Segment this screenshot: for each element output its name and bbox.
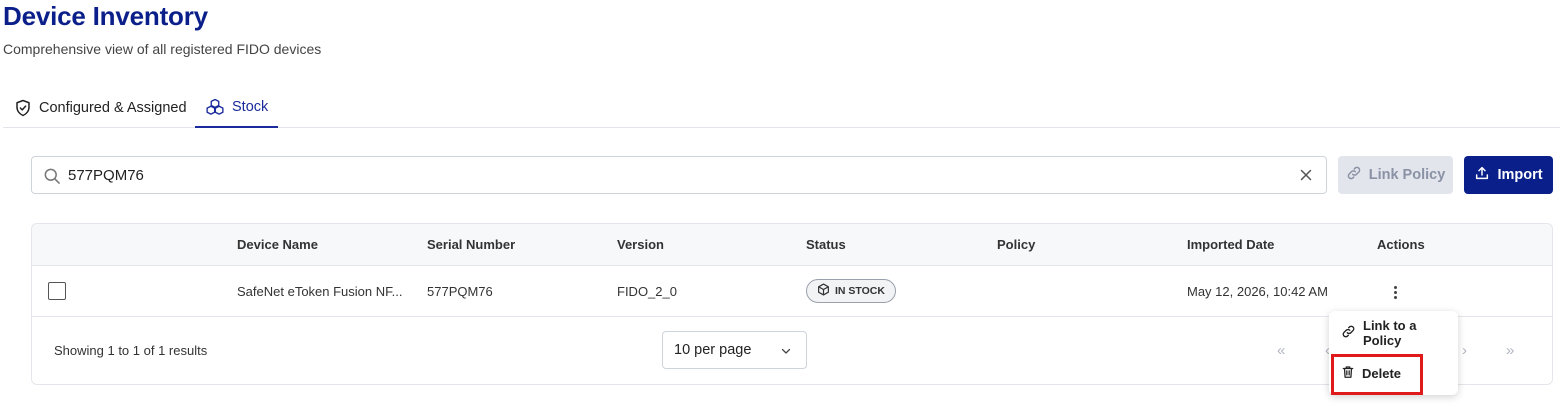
clear-search-icon[interactable]	[1297, 166, 1315, 189]
column-header-serial-number: Serial Number	[427, 237, 516, 252]
version-cell: FIDO_2_0	[617, 284, 677, 299]
imported-date-cell: May 12, 2026, 10:42 AM	[1187, 284, 1328, 299]
column-header-device-name: Device Name	[237, 237, 318, 252]
shield-check-icon	[14, 99, 32, 117]
page-subtitle: Comprehensive view of all registered FID…	[3, 41, 322, 57]
menu-item-label: Delete	[1362, 365, 1402, 381]
per-page-select[interactable]: 10 per page	[662, 331, 807, 369]
link-policy-button[interactable]: Link Policy	[1338, 156, 1453, 194]
import-button[interactable]: Import	[1464, 156, 1553, 194]
search-input[interactable]	[68, 163, 1268, 187]
serial-number-cell: 577PQM76	[427, 284, 493, 299]
import-label: Import	[1497, 167, 1543, 183]
row-checkbox[interactable]	[48, 282, 66, 300]
status-label: IN STOCK	[835, 285, 885, 297]
tab-configured-assigned[interactable]: Configured & Assigned	[14, 88, 187, 128]
menu-item-link-to-policy[interactable]: Link to a Policy	[1329, 316, 1458, 350]
box-icon	[817, 283, 830, 299]
row-actions-menu-icon[interactable]	[1385, 280, 1405, 304]
results-summary: Showing 1 to 1 of 1 results	[54, 343, 208, 358]
column-header-imported-date: Imported Date	[1187, 237, 1275, 252]
chevron-down-icon	[780, 345, 792, 361]
search-icon	[42, 166, 62, 191]
trash-icon	[1341, 365, 1355, 382]
tab-label: Configured & Assigned	[39, 100, 187, 116]
column-header-policy: Policy	[997, 237, 1036, 252]
link-icon	[1341, 324, 1356, 342]
menu-item-delete[interactable]: Delete	[1329, 356, 1458, 390]
search-box	[31, 156, 1327, 194]
row-actions-dropdown: Link to a Policy Delete	[1329, 311, 1458, 395]
device-name-cell: SafeNet eToken Fusion NF...	[237, 284, 403, 299]
table-header: Device Name Serial Number Version Status…	[32, 224, 1552, 266]
menu-item-label: Link to a Policy	[1363, 318, 1417, 348]
tab-label: Stock	[232, 99, 269, 115]
upload-icon	[1474, 165, 1490, 185]
tab-stock[interactable]: Stock	[195, 88, 279, 128]
last-page-button[interactable]: »	[1506, 342, 1514, 359]
tab-bar: Configured & Assigned Stock	[3, 88, 1560, 128]
page-title: Device Inventory	[3, 1, 208, 31]
table-row[interactable]: SafeNet eToken Fusion NF... 577PQM76 FID…	[32, 267, 1552, 317]
first-page-button[interactable]: «	[1277, 342, 1285, 359]
per-page-value: 10 per page	[674, 342, 752, 358]
link-icon	[1346, 165, 1362, 185]
column-header-version: Version	[617, 237, 664, 252]
status-badge: IN STOCK	[806, 279, 896, 303]
column-header-status: Status	[806, 237, 846, 252]
device-table: Device Name Serial Number Version Status…	[31, 223, 1553, 385]
link-policy-label: Link Policy	[1368, 167, 1446, 183]
column-header-actions: Actions	[1377, 237, 1425, 252]
boxes-icon	[205, 98, 225, 116]
next-page-button[interactable]: ›	[1462, 342, 1467, 359]
